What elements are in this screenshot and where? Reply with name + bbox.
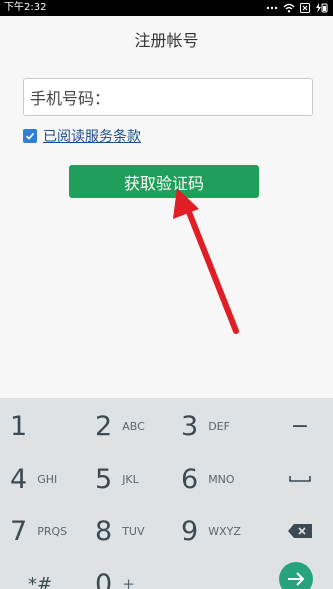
phone-input[interactable] — [116, 79, 315, 115]
terms-link[interactable]: 已阅读服务条款 — [43, 126, 141, 146]
no-sim-icon — [300, 3, 310, 13]
key-backspace[interactable] — [270, 503, 330, 559]
get-code-button[interactable]: 获取验证码 — [69, 165, 259, 198]
key-6[interactable]: 6 MNO — [181, 451, 256, 507]
agreement-row[interactable]: 已阅读服务条款 — [23, 127, 141, 145]
key-0[interactable]: 0 + — [95, 556, 170, 589]
numeric-keypad: 1 2 ABC 3 DEF − 4 GHI 5 JKL 6 MNO 7 PRQS… — [0, 398, 333, 589]
page-title-bar: 注册帐号 — [0, 16, 333, 62]
key-space[interactable] — [270, 451, 330, 507]
key-3[interactable]: 3 DEF — [181, 398, 256, 454]
key-star-hash[interactable]: *# — [10, 556, 85, 589]
arrow-right-icon — [288, 572, 305, 586]
more-dots-icon — [266, 5, 278, 11]
key-5[interactable]: 5 JKL — [95, 451, 170, 507]
status-time: 下午2:32 — [4, 2, 47, 13]
key-9[interactable]: 9 WXYZ — [181, 503, 256, 559]
agreement-checkbox[interactable] — [23, 129, 37, 143]
key-2[interactable]: 2 ABC — [95, 398, 170, 454]
status-icons — [266, 3, 329, 13]
key-8[interactable]: 8 TUV — [95, 503, 170, 559]
key-7[interactable]: 7 PRQS — [10, 503, 85, 559]
key-4[interactable]: 4 GHI — [10, 451, 85, 507]
key-minus[interactable]: − — [270, 398, 330, 454]
phone-label: 手机号码： — [30, 89, 111, 108]
checkmark-icon — [25, 132, 35, 140]
page-title: 注册帐号 — [134, 31, 199, 50]
space-icon — [289, 476, 311, 482]
backspace-icon — [288, 524, 312, 538]
phone-field[interactable]: 手机号码： — [23, 78, 315, 116]
battery-charging-icon — [315, 3, 329, 13]
wifi-icon — [283, 3, 295, 13]
key-1[interactable]: 1 — [10, 398, 85, 454]
status-bar: 下午2:32 — [0, 0, 333, 16]
go-button[interactable] — [279, 562, 313, 589]
